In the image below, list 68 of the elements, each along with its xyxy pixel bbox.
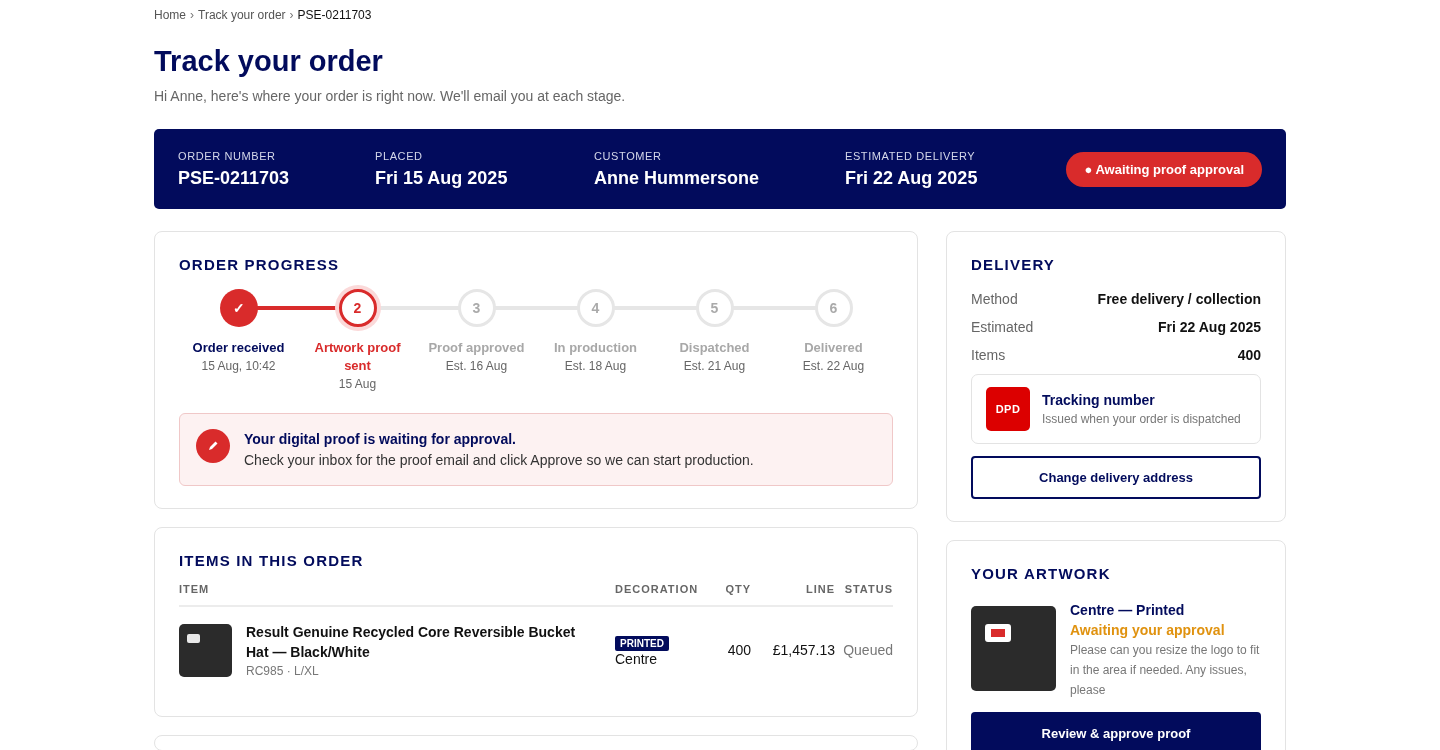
alert-title: Your digital proof is waiting for approval. <box>244 430 517 449</box>
alert-message: Check your inbox for the proof email and click Approve so we can start production. <box>244 451 754 470</box>
breadcrumb-separator: › <box>190 8 194 22</box>
step-date: Est. 22 Aug <box>802 358 865 375</box>
product-meta: RC985 · L/XL <box>246 664 320 678</box>
summary-label: ESTIMATED DELIVERY <box>845 149 977 162</box>
step-date: Est. 21 Aug <box>683 358 746 375</box>
step-date: Est. 18 Aug <box>564 358 627 375</box>
pencil-icon <box>196 429 230 463</box>
summary-value: PSE-0211703 <box>178 167 291 189</box>
detail-value: Fri 22 Aug 2025 <box>1158 318 1261 336</box>
breadcrumb-link[interactable]: Track your order <box>198 8 286 22</box>
detail-label: Estimated <box>971 318 1034 336</box>
step-marker: 6 <box>814 289 853 327</box>
artwork-title: Centre — Printed <box>1070 601 1186 620</box>
breadcrumb-link[interactable]: Home <box>154 8 186 22</box>
decoration-tag: PRINTED <box>615 635 669 651</box>
artwork-note: Please can you resize the logo to fit in the area if needed. Any issues, please <box>1070 642 1261 699</box>
section-heading: ITEMS IN THIS ORDER <box>179 552 365 569</box>
column-header: QTY <box>724 583 751 595</box>
section-heading: YOUR ARTWORK <box>971 565 1112 582</box>
step-marker: 2 <box>338 289 377 327</box>
step-date: Est. 16 Aug <box>445 358 508 375</box>
summary-label: ORDER NUMBER <box>178 149 277 162</box>
step-marker: 5 <box>695 289 734 327</box>
step-label: Order received <box>192 339 285 357</box>
step-marker: 3 <box>457 289 496 327</box>
product-name: Result Genuine Recycled Core Reversible Bucket Hat — Black/White <box>246 623 577 662</box>
table-cell-text: £1,457.13 <box>771 642 835 658</box>
detail-label: Method <box>971 290 1018 308</box>
tracking-title: Tracking number <box>1042 392 1156 408</box>
step-label: Dispatched <box>679 339 750 357</box>
summary-label: PLACED <box>375 149 424 162</box>
summary-value: Fri 22 Aug 2025 <box>845 167 979 189</box>
step-marker: 4 <box>576 289 615 327</box>
summary-label: CUSTOMER <box>594 149 663 162</box>
column-header: ITEM <box>179 583 211 595</box>
status-badge: ● Awaiting proof approval <box>1066 151 1262 187</box>
page-title: Track your order <box>154 44 384 79</box>
table-cell-text: Queued <box>842 642 893 658</box>
artwork-status: Awaiting your approval <box>1070 621 1226 640</box>
step-marker: ✓ <box>219 289 258 327</box>
table-cell-text: 400 <box>726 642 751 658</box>
page-subtitle: Hi Anne, here's where your order is right now. We'll email you at each stage. <box>154 87 627 106</box>
carrier-logo: DPD <box>986 387 1030 431</box>
decoration-position: Centre <box>615 650 659 667</box>
step-date: 15 Aug <box>338 376 377 393</box>
column-header: LINE <box>804 583 835 595</box>
change-address-button[interactable]: Change delivery address <box>971 456 1261 499</box>
breadcrumb-current: PSE-0211703 <box>297 8 372 22</box>
step-label: Proof approved <box>428 339 525 357</box>
section-heading: ORDER PROGRESS <box>179 256 341 273</box>
summary-value: Fri 15 Aug 2025 <box>375 167 509 189</box>
product-thumbnail <box>179 623 232 677</box>
tracking-note: Issued when your order is dispatched <box>1042 412 1241 426</box>
breadcrumb-separator: › <box>289 8 294 22</box>
detail-label: Items <box>971 346 1006 364</box>
detail-value: Free delivery / collection <box>1097 290 1261 308</box>
step-label: Artwork proof sent <box>313 339 402 375</box>
detail-value: 400 <box>1237 346 1261 364</box>
section-heading: DELIVERY <box>971 256 1057 273</box>
summary-value: Anne Hummersone <box>594 167 761 189</box>
review-proof-button[interactable]: Review & approve proof <box>971 712 1261 750</box>
column-header: STATUS <box>843 583 893 595</box>
column-header: DECORATION <box>615 583 700 595</box>
step-date: 15 Aug, 10:42 <box>201 358 276 375</box>
step-label: Delivered <box>804 339 863 357</box>
step-label: In production <box>553 339 637 357</box>
